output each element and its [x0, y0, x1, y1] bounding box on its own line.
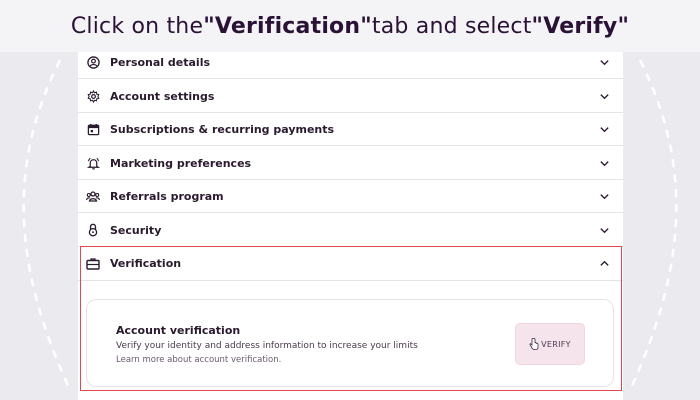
section-label: Subscriptions & recurring payments: [110, 122, 335, 136]
verify-button-label: VERIFY: [541, 339, 571, 349]
section-subscriptions[interactable]: Subscriptions & recurring payments: [78, 113, 623, 146]
account-verification-card: Account verification Verify your identit…: [86, 299, 614, 387]
card-title: Account verification: [116, 324, 241, 337]
chevron-up-icon: [598, 258, 610, 270]
banner-tab-name: "Verification": [203, 13, 372, 39]
chevron-down-icon: [598, 123, 610, 135]
chevron-down-icon: [598, 157, 610, 169]
hand-cursor-icon: [529, 338, 539, 350]
settings-panel: Personal details Account settings Subscr…: [78, 46, 623, 400]
banner-prefix: Click on the: [70, 13, 204, 39]
users-icon: [86, 189, 100, 203]
section-verification[interactable]: Verification: [78, 247, 623, 281]
verify-button[interactable]: VERIFY: [515, 323, 585, 365]
user-circle-icon: [86, 55, 100, 69]
bell-icon: [86, 156, 100, 170]
chevron-down-icon: [598, 56, 610, 68]
chevron-down-icon: [598, 224, 610, 236]
chevron-down-icon: [598, 190, 610, 202]
calendar-icon: [86, 122, 100, 136]
banner-middle: tab and select: [371, 13, 532, 39]
learn-more-link[interactable]: Learn more about account verification.: [116, 355, 281, 365]
lock-icon: [86, 223, 100, 237]
section-security[interactable]: Security: [78, 214, 623, 247]
card-description: Verify your identity and address informa…: [116, 341, 418, 351]
section-account-settings[interactable]: Account settings: [78, 80, 623, 113]
section-label: Account settings: [110, 89, 215, 103]
banner-action-name: "Verify": [531, 13, 630, 39]
section-label: Marketing preferences: [110, 156, 252, 170]
briefcase-icon: [86, 257, 100, 271]
section-label: Personal details: [110, 55, 211, 69]
section-label: Security: [110, 223, 162, 237]
section-marketing-preferences[interactable]: Marketing preferences: [78, 147, 623, 180]
chevron-down-icon: [598, 90, 610, 102]
gear-icon: [86, 89, 100, 103]
instruction-banner: Click on the "Verification" tab and sele…: [0, 0, 700, 52]
section-label: Referrals program: [110, 189, 224, 203]
section-label: Verification: [110, 257, 182, 270]
section-referrals-program[interactable]: Referrals program: [78, 180, 623, 213]
